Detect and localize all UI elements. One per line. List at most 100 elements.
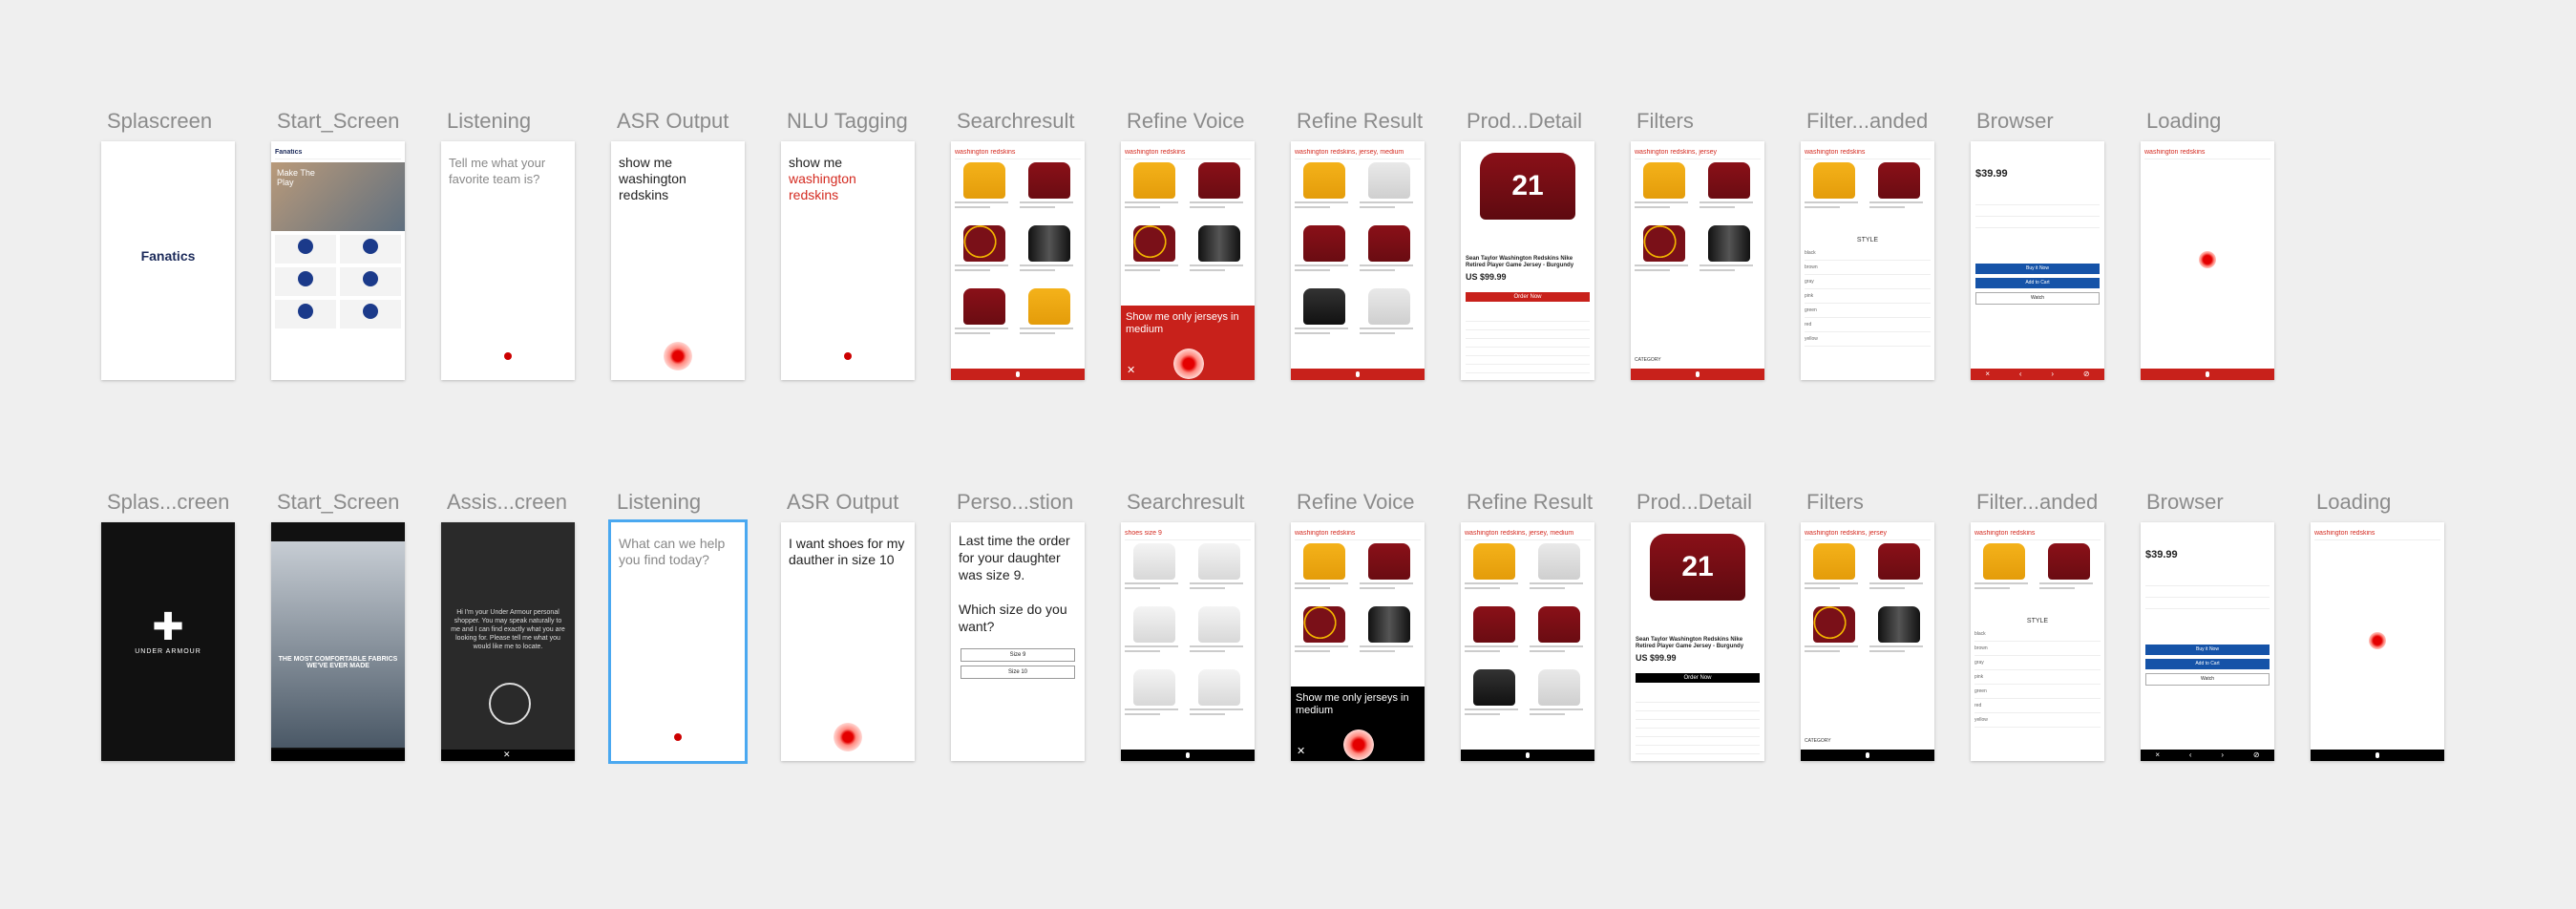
toolbar-icon[interactable]: › [2051, 369, 2054, 380]
league-tile[interactable] [275, 235, 336, 264]
artboard-label[interactable]: Browser [1976, 109, 2054, 134]
option-row[interactable] [1975, 206, 2100, 217]
product-card[interactable] [1530, 543, 1589, 602]
browser-button[interactable]: Watch [1975, 292, 2100, 305]
product-card[interactable] [1125, 669, 1184, 729]
product-card[interactable] [1974, 543, 2034, 602]
search-query-bar[interactable]: washington redskins [955, 149, 1081, 159]
product-card[interactable] [1635, 162, 1694, 222]
search-query-bar[interactable]: washington redskins [2144, 149, 2270, 159]
browser-button[interactable]: Buy it Now [1975, 264, 2100, 274]
category-filter-bar[interactable]: CATEGORY [1635, 357, 1761, 367]
toolbar-icon[interactable]: ‹ [2019, 369, 2022, 380]
artboard-label[interactable]: Browser [2146, 490, 2224, 515]
option-row[interactable] [2145, 599, 2270, 609]
style-option[interactable]: brown [1805, 261, 1931, 275]
product-card[interactable] [1360, 288, 1419, 348]
artboard-label[interactable]: Listening [617, 490, 701, 515]
style-option[interactable]: green [1974, 685, 2101, 699]
category-filter-bar[interactable]: CATEGORY [1805, 738, 1931, 748]
microphone-icon[interactable] [1356, 371, 1360, 377]
search-query-bar[interactable]: washington redskins, jersey [1805, 530, 1931, 540]
product-card[interactable] [1360, 162, 1419, 222]
style-option[interactable]: yellow [1805, 332, 1931, 347]
product-card[interactable] [1635, 225, 1694, 285]
voice-bar[interactable] [1631, 369, 1764, 380]
toolbar-icon[interactable]: × [1985, 369, 1990, 380]
artboard-label[interactable]: NLU Tagging [787, 109, 908, 134]
microphone-pulse-icon[interactable] [664, 342, 692, 370]
product-card[interactable] [1700, 162, 1759, 222]
product-card[interactable] [1295, 543, 1354, 602]
search-query-bar[interactable]: washington redskins [1974, 530, 2101, 540]
search-query-bar[interactable]: washington redskins, jersey, medium [1295, 149, 1421, 159]
order-now-button[interactable]: Order Now [1466, 292, 1590, 302]
product-card[interactable] [1190, 543, 1249, 602]
microphone-icon[interactable] [1526, 752, 1530, 758]
search-query-bar[interactable]: washington redskins [1805, 149, 1931, 159]
style-option[interactable]: red [1805, 318, 1931, 332]
artboard-label[interactable]: Searchresult [1127, 490, 1245, 515]
voice-bar[interactable] [271, 369, 405, 380]
browser-button[interactable]: Add to Cart [1975, 278, 2100, 288]
product-card[interactable] [1125, 606, 1184, 666]
voice-refine-panel[interactable]: Show me only jerseys in medium ✕ [1121, 306, 1255, 380]
artboard-label[interactable]: Perso...stion [957, 490, 1073, 515]
tab-bar[interactable] [271, 750, 405, 761]
artboard-label[interactable]: Prod...Detail [1467, 109, 1582, 134]
microphone-icon[interactable] [1866, 752, 1869, 758]
style-option[interactable]: yellow [1974, 713, 2101, 728]
product-card[interactable] [1125, 543, 1184, 602]
search-query-bar[interactable]: washington redskins [1125, 149, 1251, 159]
product-card[interactable] [1530, 606, 1589, 666]
product-card[interactable] [1360, 225, 1419, 285]
product-card[interactable] [1190, 606, 1249, 666]
style-option[interactable]: gray [1974, 656, 2101, 670]
artboard-label[interactable]: Loading [2146, 109, 2221, 134]
artboard-label[interactable]: Refine Voice [1297, 490, 1415, 515]
toolbar-icon[interactable]: ⊘ [2253, 750, 2260, 761]
product-card[interactable] [1190, 225, 1249, 285]
toolbar-icon[interactable]: ‹ [2189, 750, 2192, 761]
microphone-icon[interactable] [1696, 371, 1700, 377]
voice-bar[interactable] [1121, 750, 1255, 761]
artboard-label[interactable]: Loading [2316, 490, 2391, 515]
voice-bar[interactable] [1461, 750, 1594, 761]
product-card[interactable] [955, 162, 1014, 222]
option-row[interactable] [1975, 218, 2100, 228]
voice-bar[interactable] [1291, 369, 1425, 380]
microphone-icon[interactable] [2206, 371, 2209, 377]
voice-bar[interactable] [951, 369, 1085, 380]
close-icon[interactable]: ✕ [503, 750, 511, 760]
browser-button[interactable]: Buy it Now [2145, 645, 2270, 655]
product-card[interactable] [1295, 225, 1354, 285]
style-option[interactable]: black [1805, 246, 1931, 261]
product-card[interactable] [1465, 669, 1524, 729]
product-card[interactable] [1360, 543, 1419, 602]
league-tile[interactable] [340, 267, 401, 296]
style-option[interactable]: black [1974, 627, 2101, 642]
artboard-label[interactable]: Searchresult [957, 109, 1075, 134]
product-card[interactable] [1805, 162, 1864, 222]
product-card[interactable] [1805, 543, 1864, 602]
product-card[interactable] [1125, 162, 1184, 222]
product-card[interactable] [1805, 606, 1864, 666]
artboard-label[interactable]: Refine Result [1297, 109, 1423, 134]
microphone-icon[interactable] [336, 371, 340, 377]
assistant-bar[interactable]: ✕ [441, 750, 575, 761]
style-option[interactable]: gray [1805, 275, 1931, 289]
style-option[interactable]: pink [1805, 289, 1931, 304]
product-card[interactable] [1465, 543, 1524, 602]
artboard-label[interactable]: Prod...Detail [1636, 490, 1752, 515]
artboard-label[interactable]: Start_Screen [277, 109, 399, 134]
product-card[interactable] [2039, 543, 2099, 602]
product-card[interactable] [1295, 288, 1354, 348]
browser-toolbar[interactable]: × ‹ › ⊘ [1971, 369, 2104, 380]
microphone-icon[interactable] [1016, 371, 1020, 377]
size-option-button[interactable]: Size 10 [961, 666, 1075, 679]
style-option[interactable]: brown [1974, 642, 2101, 656]
product-card[interactable] [1020, 225, 1079, 285]
microphone-pulse-icon[interactable] [834, 723, 862, 751]
artboard-label[interactable]: Start_Screen [277, 490, 399, 515]
browser-toolbar[interactable]: × ‹ › ⊘ [2141, 750, 2274, 761]
